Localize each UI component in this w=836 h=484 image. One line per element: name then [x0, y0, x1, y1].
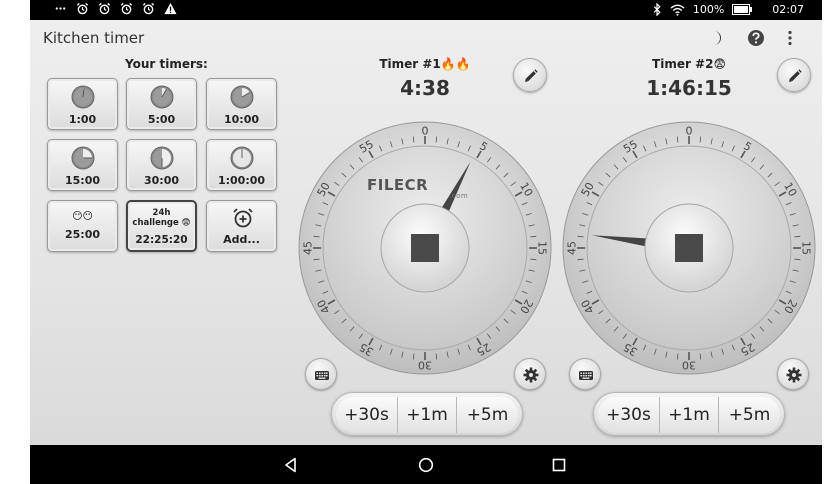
- timer-2-add-30s-button[interactable]: +30s: [598, 397, 660, 433]
- timer-1-keyboard-button[interactable]: [305, 358, 337, 390]
- preset-emoji: 😶😶: [72, 211, 93, 222]
- alarm-icon: [142, 2, 155, 15]
- timer-2-title: Timer #2😨: [652, 57, 726, 71]
- timer-2-settings-button[interactable]: [777, 358, 809, 390]
- timer-1-dial[interactable]: 0510152025303540455055: [297, 120, 553, 376]
- dial-label: 0: [422, 125, 429, 138]
- stop-icon[interactable]: [675, 234, 703, 262]
- preset-label: 10:00: [223, 113, 259, 126]
- navigation-bar: [30, 445, 822, 484]
- keyboard-icon: [315, 371, 329, 380]
- stop-icon[interactable]: [411, 234, 439, 262]
- device-screen: 100% 02:07 Kitchen timer Your timers: 1:…: [30, 0, 822, 484]
- app-title: Kitchen timer: [43, 29, 145, 47]
- clock-dial-icon: [71, 85, 95, 109]
- gear-icon: [523, 367, 539, 383]
- bluetooth-icon: [652, 3, 662, 16]
- clock-dial-icon: [230, 85, 254, 109]
- alarm-icon: [98, 2, 111, 15]
- back-icon[interactable]: [282, 456, 300, 474]
- clock-dial-icon: [150, 85, 174, 109]
- more-icon: [54, 2, 67, 15]
- battery-icon: [732, 4, 753, 15]
- clock-dial-icon: [71, 146, 95, 170]
- preset-custom-25-button[interactable]: 😶😶 25:00: [47, 200, 118, 252]
- dial-label: 15: [536, 241, 549, 255]
- timer-2-add-time-group: +30s +1m +5m: [593, 392, 785, 436]
- preset-label: 25:00: [64, 228, 100, 241]
- dial-label: 45: [566, 241, 579, 255]
- timer-1-add-30s-button[interactable]: +30s: [336, 397, 398, 433]
- preset-10-min-button[interactable]: 10:00: [206, 78, 277, 130]
- warning-icon: [164, 2, 177, 15]
- kitchen-timer-app: Kitchen timer Your timers: 1:00 5:00 10:…: [30, 20, 822, 445]
- timer-1-edit-button[interactable]: [513, 58, 547, 92]
- wifi-icon: [670, 4, 685, 16]
- timer-2-dial[interactable]: 0510152025303540455055: [561, 120, 817, 376]
- watermark-text: FILECR: [367, 176, 429, 194]
- preset-1-min-button[interactable]: 1:00: [47, 78, 118, 130]
- preset-label: 22:25:20: [135, 234, 188, 246]
- preset-label: 30:00: [143, 174, 179, 187]
- keyboard-icon: [579, 371, 593, 380]
- home-icon[interactable]: [417, 456, 435, 474]
- preset-label: 1:00:00: [217, 174, 266, 187]
- presets-heading: Your timers:: [125, 57, 208, 71]
- preset-label: 1:00: [68, 113, 97, 126]
- overflow-menu-icon[interactable]: [780, 28, 800, 48]
- preset-24h-challenge-button[interactable]: 24h challenge 😨 22:25:20: [126, 200, 197, 252]
- add-alarm-icon: [231, 206, 255, 230]
- help-icon[interactable]: [746, 28, 766, 48]
- timer-1-title: Timer #1🔥🔥: [379, 57, 471, 71]
- timer-2-edit-button[interactable]: [777, 58, 811, 92]
- preset-label: 15:00: [64, 174, 100, 187]
- preset-label: Add...: [223, 233, 260, 246]
- preset-60-min-button[interactable]: 1:00:00: [206, 139, 277, 191]
- watermark: FILECR .com: [367, 176, 468, 200]
- timer-2-add-1m-button[interactable]: +1m: [660, 397, 719, 433]
- timer-1-time: 4:38: [400, 76, 450, 100]
- timer-2-keyboard-button[interactable]: [569, 358, 601, 390]
- clock-dial-icon: [150, 146, 174, 170]
- status-clock: 02:07: [772, 3, 804, 16]
- preset-15-min-button[interactable]: 15:00: [47, 139, 118, 191]
- pencil-icon: [789, 69, 802, 82]
- timer-1-add-5m-button[interactable]: +5m: [457, 397, 518, 433]
- watermark-sub: .com: [449, 192, 469, 200]
- dial-label: 45: [302, 241, 315, 255]
- alarm-icon: [120, 2, 133, 15]
- dial-label: 15: [800, 241, 813, 255]
- timer-1-settings-button[interactable]: [514, 358, 546, 390]
- status-bar: 100% 02:07: [30, 0, 822, 20]
- timer-1-add-1m-button[interactable]: +1m: [398, 397, 457, 433]
- alarm-icon: [76, 2, 89, 15]
- timer-1-add-time-group: +30s +1m +5m: [331, 392, 523, 436]
- timer-2-add-5m-button[interactable]: +5m: [719, 397, 780, 433]
- gear-icon: [786, 367, 802, 383]
- preset-title: 24h challenge 😨: [132, 208, 191, 228]
- preset-5-min-button[interactable]: 5:00: [126, 78, 197, 130]
- night-mode-icon[interactable]: [706, 28, 726, 48]
- dial-label: 30: [682, 359, 696, 372]
- add-preset-button[interactable]: Add...: [206, 200, 277, 252]
- preset-label: 5:00: [147, 113, 176, 126]
- clock-dial-icon: [230, 146, 254, 170]
- dial-label: 0: [686, 125, 693, 138]
- timer-2-time: 1:46:15: [646, 76, 732, 100]
- recents-icon[interactable]: [550, 456, 568, 474]
- battery-percent: 100%: [692, 3, 725, 16]
- dial-label: 30: [418, 359, 432, 372]
- pencil-icon: [525, 69, 538, 82]
- preset-30-min-button[interactable]: 30:00: [126, 139, 197, 191]
